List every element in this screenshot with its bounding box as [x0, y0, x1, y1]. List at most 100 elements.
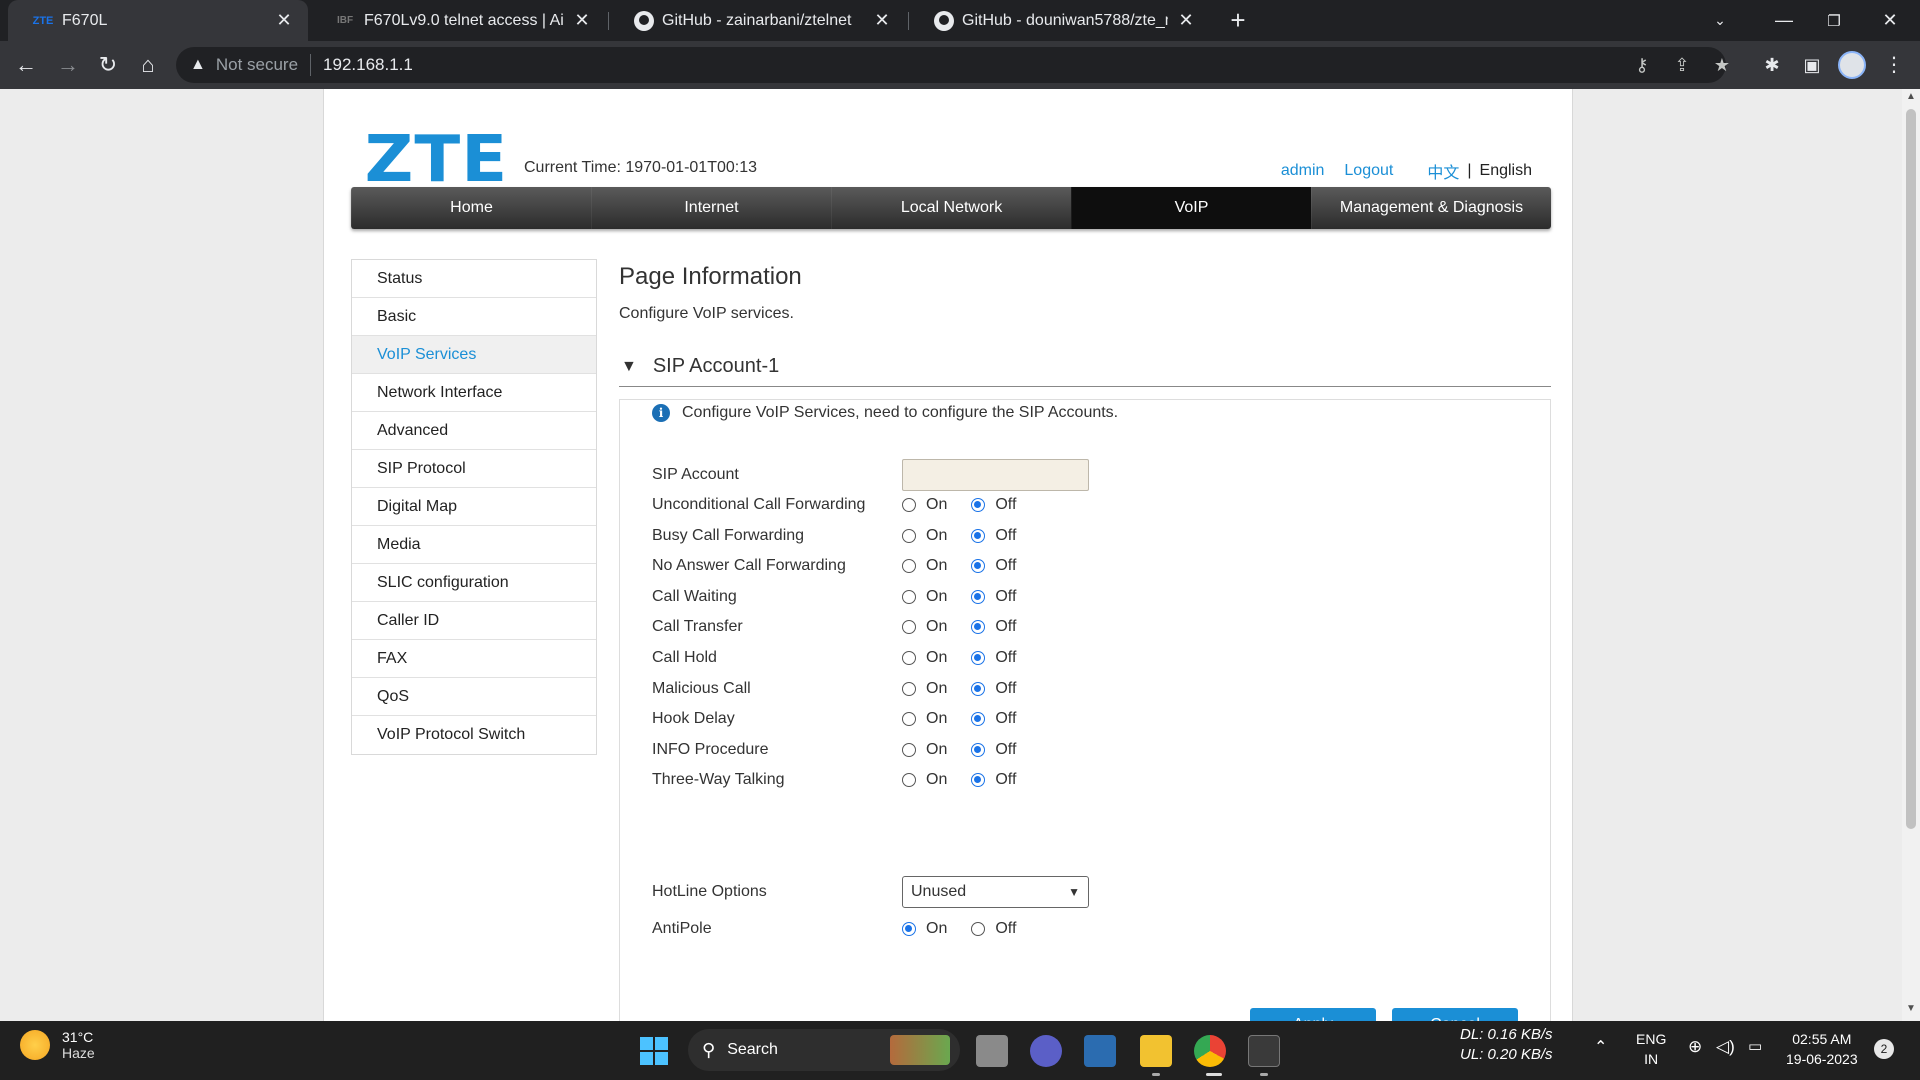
menu-item-slic-configuration[interactable]: SLIC configuration — [352, 564, 596, 602]
nav-voip[interactable]: VoIP — [1071, 187, 1311, 229]
menu-item-media[interactable]: Media — [352, 526, 596, 564]
nav-home[interactable]: Home — [351, 187, 591, 229]
chrome-icon[interactable] — [1194, 1035, 1226, 1067]
home-icon[interactable]: ⌂ — [132, 49, 164, 81]
scroll-down-icon[interactable]: ▼ — [1902, 1003, 1920, 1019]
scroll-up-icon[interactable]: ▲ — [1902, 91, 1920, 107]
tab-f670l[interactable]: ZTE F670L ✕ — [8, 0, 308, 41]
extensions-icon[interactable]: ✱ — [1756, 49, 1788, 81]
lang-chinese-link[interactable]: 中文 — [1427, 159, 1459, 183]
network-globe-icon[interactable]: ⊕ — [1688, 1037, 1702, 1057]
new-tab-button[interactable]: + — [1222, 4, 1254, 36]
nav-internet[interactable]: Internet — [591, 187, 831, 229]
menu-item-sip-protocol[interactable]: SIP Protocol — [352, 450, 596, 488]
info-procedure-on-radio[interactable]: On — [902, 741, 947, 759]
radio-circle[interactable] — [971, 712, 986, 726]
call-transfer-off-radio[interactable]: Off — [971, 618, 1016, 636]
file-explorer-icon[interactable] — [1140, 1035, 1172, 1067]
radio-circle[interactable] — [902, 922, 916, 936]
radio-circle[interactable] — [971, 559, 986, 573]
radio-circle[interactable] — [902, 712, 916, 726]
radio-circle[interactable] — [971, 620, 986, 634]
menu-item-digital-map[interactable]: Digital Map — [352, 488, 596, 526]
windows-start-icon[interactable] — [640, 1037, 668, 1065]
weather-widget[interactable]: 31°C Haze — [20, 1029, 95, 1061]
sip-account-input[interactable] — [902, 459, 1089, 491]
menu-item-status[interactable]: Status — [352, 260, 596, 298]
radio-circle[interactable] — [971, 590, 986, 604]
logout-link[interactable]: Logout — [1344, 162, 1393, 180]
tab-airtel-telnet[interactable]: IBF F670Lv9.0 telnet access | Airtel Xs … — [310, 0, 606, 41]
back-icon[interactable]: ← — [10, 49, 42, 81]
close-icon[interactable]: ✕ — [1176, 10, 1196, 31]
menu-item-basic[interactable]: Basic — [352, 298, 596, 336]
system-clock[interactable]: 02:55 AM 19-06-2023 — [1786, 1029, 1858, 1069]
no-answer-call-forwarding-off-radio[interactable]: Off — [971, 557, 1016, 575]
three-way-talking-off-radio[interactable]: Off — [971, 771, 1016, 789]
busy-call-forwarding-on-radio[interactable]: On — [902, 527, 947, 545]
call-hold-off-radio[interactable]: Off — [971, 649, 1016, 667]
unconditional-call-forwarding-on-radio[interactable]: On — [902, 496, 947, 514]
call-waiting-off-radio[interactable]: Off — [971, 588, 1016, 606]
no-answer-call-forwarding-on-radio[interactable]: On — [902, 557, 947, 575]
scrollbar-thumb[interactable] — [1906, 109, 1916, 829]
side-panel-icon[interactable]: ▣ — [1796, 49, 1828, 81]
apply-button[interactable]: Apply — [1250, 1008, 1376, 1021]
collapse-triangle-icon[interactable]: ▼ — [621, 358, 637, 376]
url-text[interactable]: 192.168.1.1 — [323, 55, 413, 75]
radio-circle[interactable] — [902, 559, 916, 573]
menu-item-network-interface[interactable]: Network Interface — [352, 374, 596, 412]
menu-item-qos[interactable]: QoS — [352, 678, 596, 716]
task-view-icon[interactable] — [976, 1035, 1008, 1067]
busy-call-forwarding-off-radio[interactable]: Off — [971, 527, 1016, 545]
menu-item-voip-protocol-switch[interactable]: VoIP Protocol Switch — [352, 716, 596, 754]
key-icon[interactable]: ⚷ — [1626, 47, 1658, 83]
radio-circle[interactable] — [902, 498, 916, 512]
address-bar[interactable]: ▲ Not secure 192.168.1.1 ⚷ ⇪ ★ — [176, 47, 1730, 83]
battery-icon[interactable]: ▭ — [1748, 1037, 1762, 1055]
menu-item-advanced[interactable]: Advanced — [352, 412, 596, 450]
radio-circle[interactable] — [971, 529, 986, 543]
radio-circle[interactable] — [902, 529, 916, 543]
radio-circle[interactable] — [902, 651, 916, 665]
section-header-sip-account[interactable]: ▼ SIP Account-1 — [619, 353, 1551, 387]
menu-item-voip-services[interactable]: VoIP Services — [352, 336, 596, 374]
cancel-button[interactable]: Cancel — [1392, 1008, 1518, 1021]
notification-badge[interactable]: 2 — [1874, 1039, 1894, 1059]
menu-kebab-icon[interactable]: ⋮ — [1878, 49, 1910, 81]
three-way-talking-on-radio[interactable]: On — [902, 771, 947, 789]
radio-circle[interactable] — [902, 743, 916, 757]
call-transfer-on-radio[interactable]: On — [902, 618, 947, 636]
radio-circle[interactable] — [971, 922, 986, 936]
close-icon[interactable]: ✕ — [274, 10, 294, 31]
antipole-off-radio[interactable]: Off — [971, 920, 1016, 938]
menu-item-caller-id[interactable]: Caller ID — [352, 602, 596, 640]
reload-icon[interactable]: ↻ — [92, 49, 124, 81]
nav-management-diagnosis[interactable]: Management & Diagnosis — [1311, 187, 1551, 229]
restore-button[interactable]: ❐ — [1804, 0, 1864, 41]
radio-circle[interactable] — [971, 743, 986, 757]
admin-link[interactable]: admin — [1281, 162, 1325, 180]
antipole-on-radio[interactable]: On — [902, 920, 947, 938]
taskbar-search[interactable]: ⚲ Search — [688, 1029, 960, 1071]
tab-search-icon[interactable]: ⌄ — [1690, 0, 1750, 41]
profile-avatar[interactable] — [1838, 51, 1866, 79]
chevron-up-icon[interactable]: ⌃ — [1594, 1037, 1607, 1057]
bookmark-star-icon[interactable]: ★ — [1706, 47, 1738, 83]
malicious-call-off-radio[interactable]: Off — [971, 680, 1016, 698]
tab-github-zte-moc[interactable]: GitHub - douniwan5788/zte_moc ✕ — [910, 0, 1210, 41]
radio-circle[interactable] — [902, 682, 916, 696]
radio-circle[interactable] — [971, 682, 986, 696]
radio-circle[interactable] — [902, 773, 916, 787]
close-icon[interactable]: ✕ — [572, 10, 592, 31]
share-icon[interactable]: ⇪ — [1666, 47, 1698, 83]
forward-icon[interactable]: → — [52, 49, 84, 81]
info-procedure-off-radio[interactable]: Off — [971, 741, 1016, 759]
terminal-icon[interactable] — [1248, 1035, 1280, 1067]
radio-circle[interactable] — [971, 498, 986, 512]
menu-item-fax[interactable]: FAX — [352, 640, 596, 678]
radio-circle[interactable] — [971, 773, 986, 787]
input-language[interactable]: ENG IN — [1636, 1029, 1666, 1069]
call-hold-on-radio[interactable]: On — [902, 649, 947, 667]
volume-icon[interactable]: ◁) — [1716, 1037, 1735, 1057]
